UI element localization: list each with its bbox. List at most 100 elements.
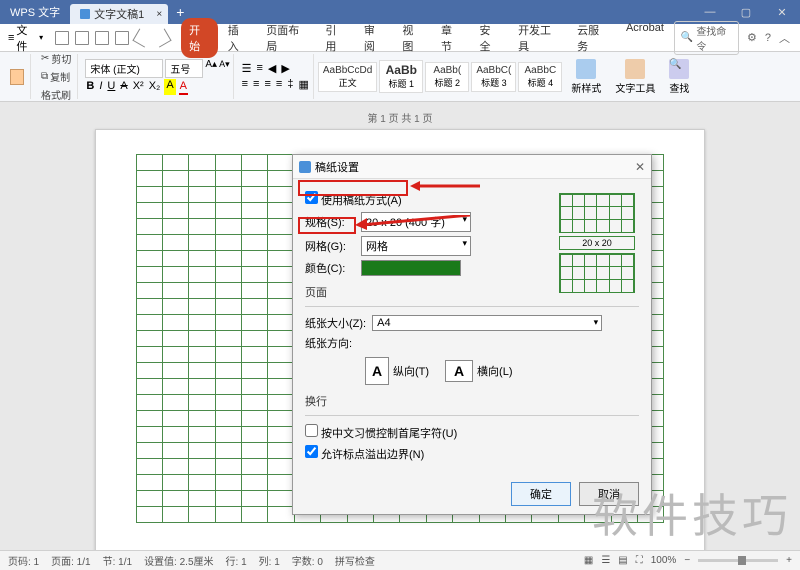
status-pos: 设置值: 2.5厘米 — [144, 553, 213, 568]
dialog-icon — [299, 161, 311, 173]
print-icon[interactable] — [95, 31, 109, 45]
align-left-icon[interactable]: ≡ — [241, 77, 249, 92]
annotation-box-2 — [298, 217, 356, 234]
ribbon-tabs: 开始 插入 页面布局 引用 审阅 视图 章节 安全 开发工具 云服务 Acrob… — [181, 18, 672, 58]
punct-checkbox[interactable]: 按中文习惯控制首尾字符(U) — [305, 424, 457, 441]
shading-icon[interactable]: ▦ — [297, 77, 309, 92]
style-h2[interactable]: AaBb(标题 2 — [425, 62, 469, 92]
strike-button[interactable]: A — [119, 79, 128, 95]
align-right-icon[interactable]: ≡ — [263, 77, 271, 92]
grow-font-icon[interactable]: A▴ — [205, 59, 217, 78]
justify-icon[interactable]: ≡ — [275, 77, 283, 92]
tab-start[interactable]: 开始 — [181, 18, 218, 58]
document-tab[interactable]: 文字文稿1 × — [70, 4, 168, 24]
tab-layout[interactable]: 页面布局 — [258, 18, 315, 58]
style-normal[interactable]: AaBbCcDd正文 — [318, 62, 377, 92]
style-h1[interactable]: AaBb标题 1 — [379, 60, 423, 93]
font-name-select[interactable]: 宋体 (正文) — [85, 59, 163, 78]
indent-inc-icon[interactable]: ▶ — [280, 61, 290, 76]
help-icon[interactable]: ? — [765, 32, 771, 44]
ok-button[interactable]: 确定 — [511, 482, 571, 506]
collapse-icon[interactable]: ︿ — [779, 30, 790, 46]
tab-view[interactable]: 视图 — [394, 18, 431, 58]
portrait-icon: A — [365, 357, 389, 385]
dialog-titlebar[interactable]: 稿纸设置 ✕ — [293, 155, 651, 179]
sub-button[interactable]: X₂ — [148, 79, 162, 95]
ribbon: ✂ 剪切 ⧉ 复制 格式刷 宋体 (正文) 五号 A▴ A▾ B I U A X… — [0, 52, 800, 102]
numbering-icon[interactable]: ≡ — [256, 61, 264, 76]
brush-button[interactable]: 格式刷 — [38, 86, 74, 103]
zoom-out-button[interactable]: − — [684, 555, 690, 566]
search-command[interactable]: 🔍 查找命令 — [674, 21, 739, 55]
redo-icon[interactable] — [153, 28, 172, 47]
indent-dec-icon[interactable]: ◀ — [267, 61, 277, 76]
text-tools-button[interactable]: 文字工具 — [610, 57, 660, 97]
settings-icon[interactable]: ⚙ — [747, 31, 757, 44]
zoom-value[interactable]: 100% — [651, 555, 677, 566]
tab-dev[interactable]: 开发工具 — [510, 18, 567, 58]
preview-icon[interactable] — [115, 31, 129, 45]
dialog-close-button[interactable]: ✕ — [635, 160, 645, 174]
highlight-button[interactable]: A — [164, 79, 175, 95]
status-page: 页码: 1 — [8, 553, 39, 568]
new-style-button[interactable]: 新样式 — [566, 57, 606, 97]
copy-button[interactable]: ⧉ 复制 — [38, 68, 74, 85]
app-name: WPS 文字 — [0, 4, 70, 20]
open-icon[interactable] — [55, 31, 69, 45]
status-spell[interactable]: 拼写检查 — [335, 553, 375, 568]
line-spacing-icon[interactable]: ‡ — [286, 77, 294, 92]
portrait-option[interactable]: A纵向(T) — [365, 357, 429, 385]
underline-button[interactable]: U — [106, 79, 116, 95]
close-tab-icon[interactable]: × — [156, 9, 162, 20]
status-section: 节: 1/1 — [103, 553, 132, 568]
doc-icon — [80, 9, 90, 19]
bold-button[interactable]: B — [85, 79, 95, 95]
color-label: 颜色(C): — [305, 260, 355, 276]
find-button[interactable]: 🔍查找 — [664, 57, 694, 97]
undo-icon[interactable] — [133, 28, 152, 47]
tab-security[interactable]: 安全 — [472, 18, 509, 58]
zoom-slider[interactable] — [698, 559, 778, 562]
cancel-button[interactable]: 取消 — [579, 482, 639, 506]
styles-gallery: AaBbCcDd正文 AaBb标题 1 AaBb(标题 2 AaBbC(标题 3… — [318, 60, 562, 93]
italic-button[interactable]: I — [98, 79, 103, 95]
landscape-option[interactable]: A横向(L) — [445, 357, 512, 385]
dialog-title: 稿纸设置 — [315, 159, 359, 175]
shrink-font-icon[interactable]: A▾ — [219, 59, 230, 78]
wrap-section-label: 换行 — [305, 393, 639, 411]
tab-review[interactable]: 审阅 — [356, 18, 393, 58]
tab-ref[interactable]: 引用 — [317, 18, 354, 58]
style-h4[interactable]: AaBbC标题 4 — [518, 62, 562, 92]
tab-chapter[interactable]: 章节 — [433, 18, 470, 58]
doc-tab-label: 文字文稿1 — [94, 6, 144, 22]
align-center-icon[interactable]: ≡ — [252, 77, 260, 92]
annotation-arrow-1 — [410, 180, 480, 192]
view-mode-icon[interactable]: ▦ — [584, 555, 593, 566]
fullscreen-icon[interactable]: ⛶ — [636, 555, 643, 566]
style-h3[interactable]: AaBbC(标题 3 — [471, 62, 516, 92]
tab-cloud[interactable]: 云服务 — [569, 18, 616, 58]
super-button[interactable]: X² — [132, 79, 145, 95]
view-web-icon[interactable]: ▤ — [618, 555, 627, 566]
bullets-icon[interactable]: ☰ — [241, 61, 253, 76]
color-select[interactable]: . — [361, 260, 461, 276]
page-indicator: 第 1 页 共 1 页 — [0, 102, 800, 129]
tab-acrobat[interactable]: Acrobat — [618, 18, 672, 58]
tab-insert[interactable]: 插入 — [220, 18, 257, 58]
zoom-in-button[interactable]: + — [786, 555, 792, 566]
view-outline-icon[interactable]: ☰ — [601, 555, 610, 566]
paper-label: 纸张大小(Z): — [305, 315, 366, 331]
status-col: 列: 1 — [259, 553, 280, 568]
save-icon[interactable] — [75, 31, 89, 45]
grid-label: 网格(G): — [305, 238, 355, 254]
paper-select[interactable]: A4 — [372, 315, 602, 331]
font-size-select[interactable]: 五号 — [165, 59, 203, 78]
orient-label: 纸张方向: — [305, 335, 355, 351]
status-pages: 页面: 1/1 — [51, 553, 90, 568]
clipboard-group — [4, 54, 31, 99]
overflow-checkbox[interactable]: 允许标点溢出边界(N) — [305, 445, 424, 462]
font-color-button[interactable]: A — [179, 79, 188, 95]
paste-button[interactable] — [7, 68, 27, 86]
cut-button[interactable]: ✂ 剪切 — [38, 50, 74, 67]
quick-access — [49, 31, 175, 45]
